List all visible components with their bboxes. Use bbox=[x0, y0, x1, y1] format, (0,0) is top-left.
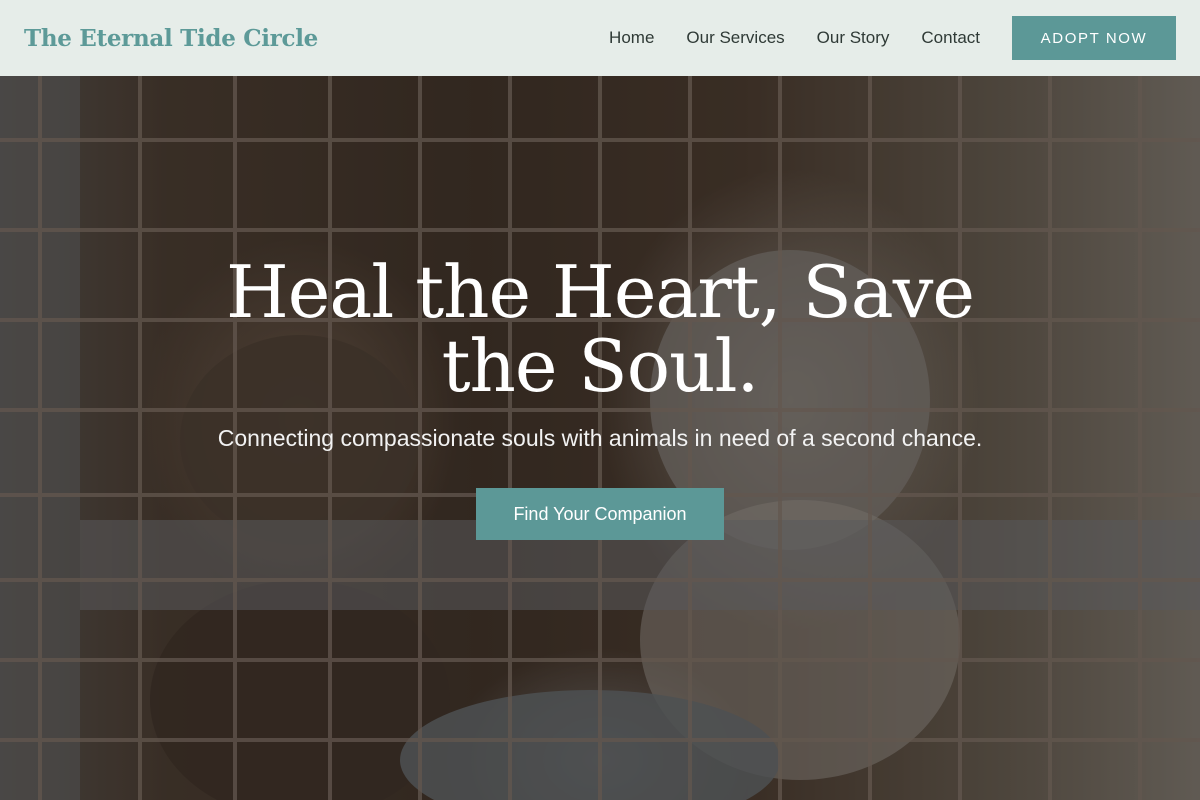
nav-link-contact[interactable]: Contact bbox=[921, 28, 980, 48]
find-companion-button[interactable]: Find Your Companion bbox=[476, 488, 724, 540]
nav-link-our-services[interactable]: Our Services bbox=[686, 28, 784, 48]
hero-subtitle: Connecting compassionate souls with anim… bbox=[217, 425, 983, 451]
site-header: The Eternal Tide Circle Home Our Service… bbox=[0, 0, 1200, 76]
landing-page: The Eternal Tide Circle Home Our Service… bbox=[0, 0, 1200, 800]
hero-title: Heal the Heart, Save the Soul. bbox=[225, 250, 975, 408]
main-nav: Home Our Services Our Story Contact ADOP… bbox=[609, 16, 1176, 60]
nav-link-our-story[interactable]: Our Story bbox=[817, 28, 890, 48]
nav-link-home[interactable]: Home bbox=[609, 28, 654, 48]
adopt-now-button[interactable]: ADOPT NOW bbox=[1012, 16, 1176, 60]
hero-section: Heal the Heart, Save the Soul. Connectin… bbox=[0, 255, 1200, 540]
brand-logo-text[interactable]: The Eternal Tide Circle bbox=[24, 25, 318, 52]
